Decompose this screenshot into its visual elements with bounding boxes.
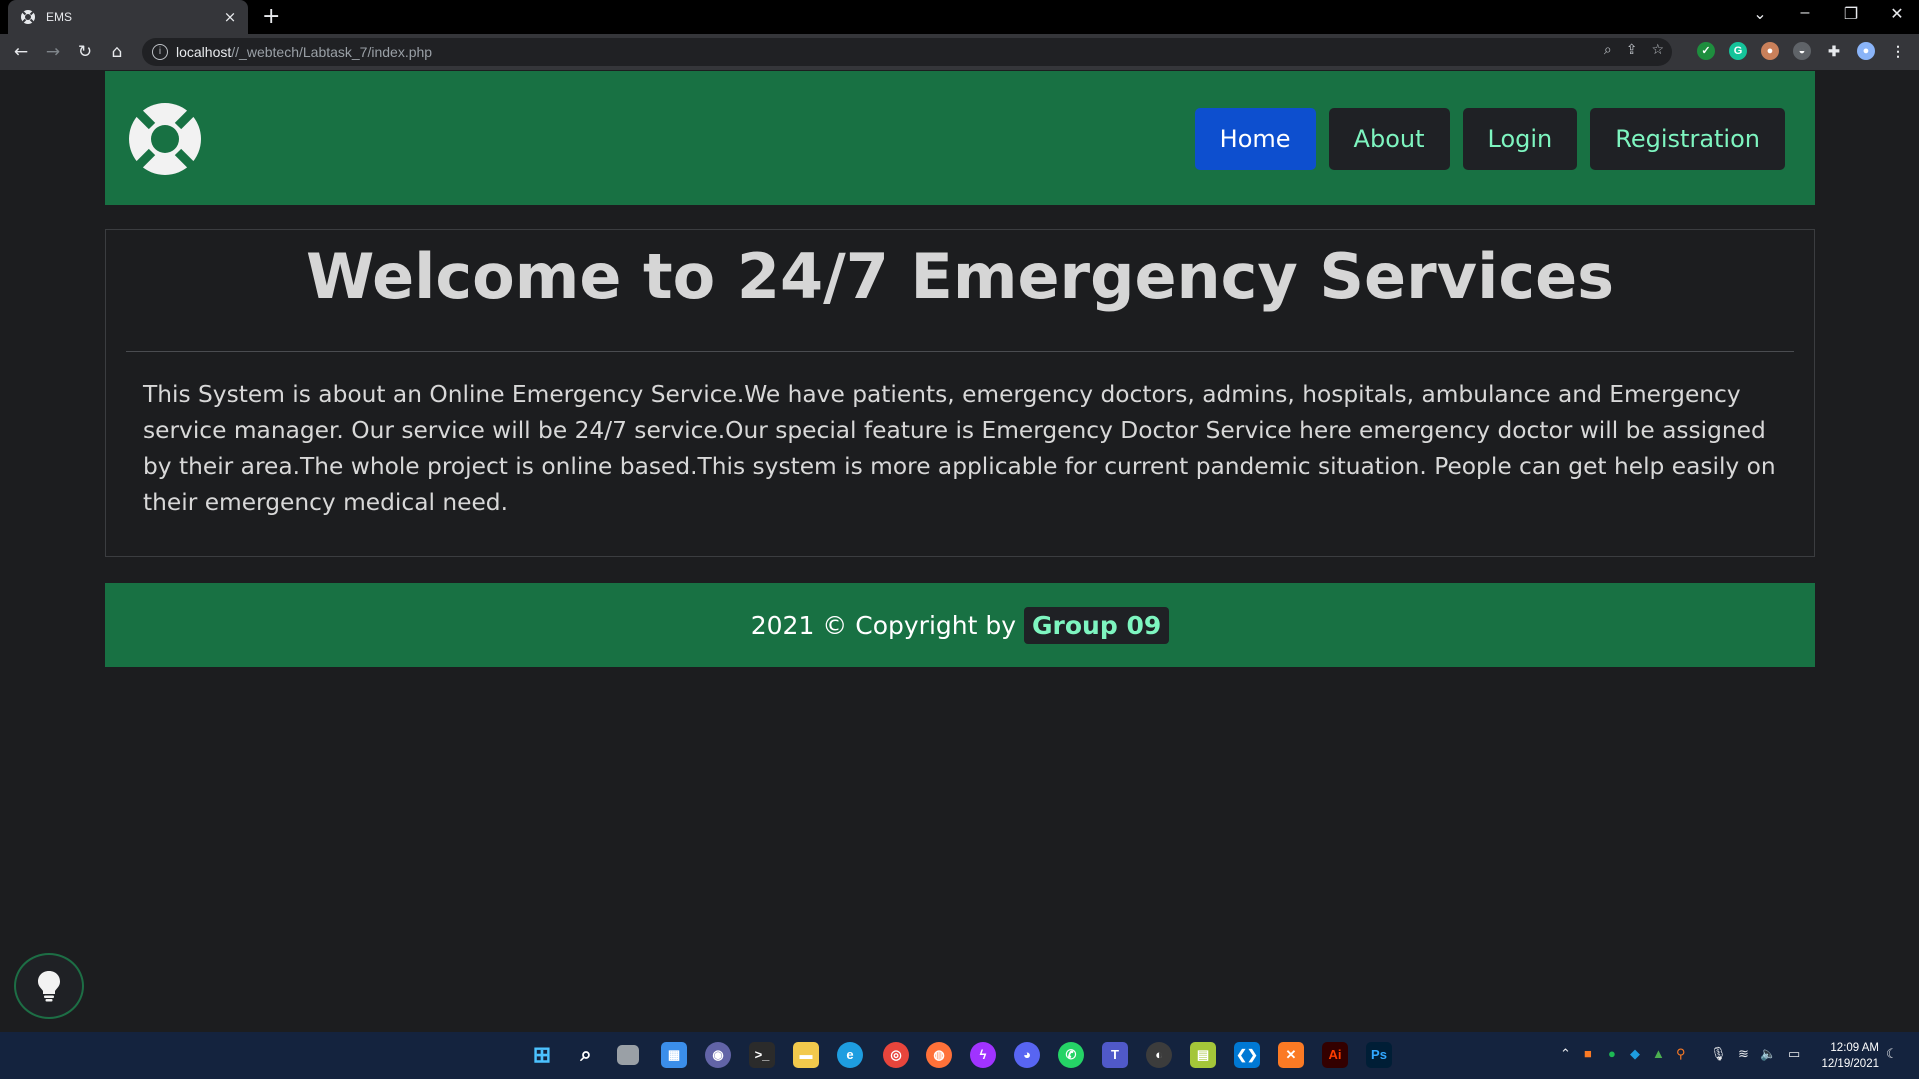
whatsapp-icon[interactable]: ✆ xyxy=(1058,1042,1084,1068)
battery-icon[interactable]: ▭ xyxy=(1788,1046,1800,1062)
title-prefix: Welcome to xyxy=(305,240,737,313)
shield-extension-icon[interactable]: ✓ xyxy=(1697,42,1715,60)
welcome-card: Welcome to 24/7 Emergency Services This … xyxy=(105,229,1815,557)
start-icon[interactable]: ⊞ xyxy=(529,1042,555,1068)
tab-search-icon[interactable]: ⌄ xyxy=(1745,4,1775,24)
grammarly-extension-icon[interactable]: G xyxy=(1729,42,1747,60)
home-icon[interactable]: ⌂ xyxy=(105,40,129,64)
messenger-icon[interactable]: ϟ xyxy=(970,1042,996,1068)
tray-overflow-icon[interactable]: ⌃ xyxy=(1560,1046,1571,1062)
firefox-icon[interactable]: ◍ xyxy=(926,1042,952,1068)
microphone-icon[interactable]: 🎙 xyxy=(1710,1046,1727,1062)
volume-icon[interactable]: 🔈 xyxy=(1760,1046,1776,1062)
nav-home-button[interactable]: Home xyxy=(1194,108,1316,170)
menu-kebab-icon[interactable]: ⋮ xyxy=(1889,42,1907,60)
illustrator-icon[interactable]: Ai xyxy=(1322,1042,1348,1068)
cookie-extension-icon[interactable]: ● xyxy=(1761,42,1779,60)
lifebuoy-logo-icon[interactable] xyxy=(128,102,202,176)
clock-date: 12/19/2021 xyxy=(1821,1058,1879,1070)
share-icon[interactable]: ⇪ xyxy=(1626,42,1638,58)
address-bar-actions: ⌕ ⇪ ☆ xyxy=(1604,42,1664,58)
page-viewport: Home About Login Registration Welcome to… xyxy=(0,70,1919,1032)
browser-tab[interactable]: EMS × xyxy=(8,0,248,34)
restore-icon[interactable]: ❐ xyxy=(1836,4,1866,24)
discord-icon[interactable]: ◕ xyxy=(1014,1042,1040,1068)
photoshop-icon[interactable]: Ps xyxy=(1366,1042,1392,1068)
site-info-icon[interactable]: i xyxy=(152,44,168,60)
windows-taskbar: ⊞ ⌕ ▦ ◉ >_ ▬ e ◎ ◍ ϟ ◕ ✆ T ◐ ▤ ❮❯ ✕ Ai P… xyxy=(0,1032,1919,1079)
edge-icon[interactable]: e xyxy=(837,1042,863,1068)
teams-icon[interactable]: T xyxy=(1102,1042,1128,1068)
tray-app-icon[interactable]: ● xyxy=(1608,1046,1616,1061)
site-header: Home About Login Registration xyxy=(105,71,1815,205)
lightbulb-icon xyxy=(38,971,60,1002)
notepad-icon[interactable]: ▤ xyxy=(1190,1042,1216,1068)
close-window-icon[interactable]: ✕ xyxy=(1882,4,1912,24)
tray-search-icon[interactable]: ⚲ xyxy=(1676,1046,1686,1062)
zoom-icon[interactable]: ⌕ xyxy=(1604,42,1612,58)
intro-paragraph: This System is about an Online Emergency… xyxy=(143,381,1776,516)
search-icon[interactable]: ⌕ xyxy=(573,1042,599,1068)
address-bar[interactable]: i localhost//_webtech/Labtask_7/index.ph… xyxy=(142,38,1672,66)
system-clock[interactable]: 12:09 AM 12/19/2021 xyxy=(1821,1040,1879,1072)
chrome-icon[interactable]: ◎ xyxy=(883,1042,909,1068)
tray-drive-icon[interactable]: ▲ xyxy=(1652,1046,1665,1061)
wifi-icon[interactable]: ≋ xyxy=(1738,1046,1749,1062)
file-explorer-icon[interactable]: ▬ xyxy=(793,1042,819,1068)
nav-registration-button[interactable]: Registration xyxy=(1590,108,1785,170)
obs-icon[interactable]: ◐ xyxy=(1146,1042,1172,1068)
site-footer: 2021 © Copyright by Group 09 xyxy=(105,583,1815,667)
copyright-text: 2021 © Copyright by xyxy=(750,610,1017,640)
main-nav: Home About Login Registration xyxy=(1194,108,1785,170)
reload-icon[interactable]: ↻ xyxy=(73,40,97,64)
forward-icon[interactable]: → xyxy=(41,40,65,64)
group-badge: Group 09 xyxy=(1024,606,1170,644)
incognito-extension-icon[interactable]: ◒ xyxy=(1793,42,1811,60)
vscode-icon[interactable]: ❮❯ xyxy=(1234,1042,1260,1068)
tab-title: EMS xyxy=(46,10,73,24)
extensions-puzzle-icon[interactable]: ✚ xyxy=(1825,42,1843,60)
tray-cloud-icon[interactable]: ◆ xyxy=(1630,1046,1640,1062)
bookmark-star-icon[interactable]: ☆ xyxy=(1651,42,1664,58)
divider xyxy=(126,351,1794,352)
theme-toggle-button[interactable] xyxy=(14,953,84,1019)
url-path: //_webtech/Labtask_7/index.php xyxy=(231,44,433,60)
nav-login-button[interactable]: Login xyxy=(1462,108,1578,170)
new-tab-button[interactable]: + xyxy=(262,4,280,29)
lifebuoy-icon xyxy=(21,10,35,24)
tab-close-icon[interactable]: × xyxy=(222,8,238,26)
widgets-icon[interactable]: ▦ xyxy=(661,1042,687,1068)
url-host: localhost xyxy=(176,44,232,60)
back-icon[interactable]: ← xyxy=(9,40,33,64)
profile-avatar[interactable]: ● xyxy=(1857,42,1875,60)
minimize-icon[interactable]: – xyxy=(1790,4,1820,22)
title-bold: 24/7 Emergency Services xyxy=(736,240,1615,313)
tray-xampp-icon[interactable]: ■ xyxy=(1584,1046,1592,1061)
terminal-icon[interactable]: >_ xyxy=(749,1042,775,1068)
task-view-icon[interactable] xyxy=(617,1045,639,1065)
xampp-icon[interactable]: ✕ xyxy=(1278,1042,1304,1068)
nav-about-button[interactable]: About xyxy=(1328,108,1450,170)
clock-time: 12:09 AM xyxy=(1830,1042,1879,1054)
browser-toolbar: ← → ↻ ⌂ i localhost//_webtech/Labtask_7/… xyxy=(0,34,1919,70)
focus-assist-icon[interactable]: ☾ xyxy=(1886,1046,1898,1062)
page-title: Welcome to 24/7 Emergency Services xyxy=(106,240,1814,313)
browser-tabbar: EMS × + ⌄ – ❐ ✕ xyxy=(0,0,1919,34)
chat-icon[interactable]: ◉ xyxy=(705,1042,731,1068)
